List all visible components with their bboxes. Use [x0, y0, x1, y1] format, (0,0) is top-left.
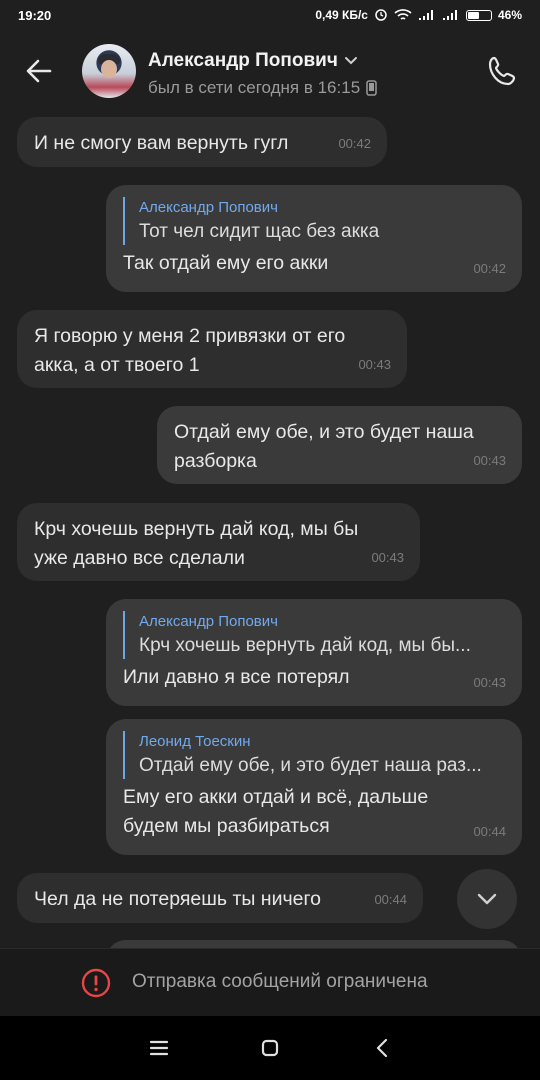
reply-author: Александр Попович	[139, 199, 278, 216]
message-time: 00:43	[473, 453, 506, 468]
messaging-restricted-bar: Отправка сообщений ограничена	[0, 948, 540, 1017]
status-time: 19:20	[18, 8, 52, 23]
message-bubble-outgoing[interactable]: Александр Попович Тот чел сидит щас без …	[106, 185, 522, 292]
message-text-line-1: Крч хочешь вернуть дай код, мы бы	[34, 518, 359, 540]
chevron-down-icon	[477, 893, 497, 905]
warning-icon	[81, 968, 111, 998]
reply-quote[interactable]: Александр Попович Тот чел сидит щас без …	[123, 197, 505, 245]
message-bubble-outgoing[interactable]: Леонид Тоескин Отдай ему обе, и это буде…	[106, 719, 522, 855]
message-text: Так отдай ему его акки	[123, 252, 329, 274]
chat-header: Александр Попович был в сети сегодня в 1…	[0, 32, 540, 112]
phone-call-icon[interactable]	[484, 52, 522, 90]
message-time: 00:43	[371, 550, 404, 565]
alarm-icon	[375, 9, 387, 21]
reply-quote[interactable]: Александр Попович Крч хочешь вернуть дай…	[123, 611, 505, 659]
reply-author: Леонид Тоескин	[139, 733, 251, 750]
message-bubble-outgoing[interactable]: Александр Попович Крч хочешь вернуть дай…	[106, 599, 522, 706]
message-time: 00:44	[473, 824, 506, 839]
reply-text: Тот чел сидит щас без акка	[139, 221, 380, 242]
message-bubble-incoming[interactable]: И не смогу вам вернуть гугл 00:42	[17, 117, 387, 167]
last-seen-row: был в сети сегодня в 16:15	[148, 78, 377, 98]
reply-quote[interactable]: Леонид Тоескин Отдай ему обе, и это буде…	[123, 731, 505, 779]
message-bubble-incoming[interactable]: Я говорю у меня 2 привязки от его акка, …	[17, 310, 407, 388]
message-text-line-2: акка, а от твоего 1	[34, 354, 200, 376]
message-time: 00:42	[338, 136, 371, 151]
signal-icon-1	[418, 10, 433, 20]
message-time: 00:43	[473, 675, 506, 690]
contact-name-row[interactable]: Александр Попович	[148, 50, 358, 72]
message-bubble-incoming[interactable]: Чел да не потеряешь ты ничего 00:44	[17, 873, 423, 923]
status-bar: 19:20 0,49 КБ/с 46%	[0, 0, 540, 32]
contact-avatar[interactable]	[82, 44, 136, 98]
reply-text: Отдай ему обе, и это будет наша раз...	[139, 755, 482, 776]
message-text: Чел да не потеряешь ты ничего	[34, 888, 322, 910]
message-text-line-2: разборка	[174, 450, 257, 472]
back-arrow-icon[interactable]	[22, 54, 56, 88]
message-text-line-1: Отдай ему обе, и это будет наша	[174, 421, 474, 443]
system-navigation-bar	[0, 1016, 540, 1080]
message-text-line-1: Я говорю у меня 2 привязки от его	[34, 325, 346, 347]
message-text: Или давно я все потерял	[123, 666, 350, 688]
chevron-down-icon[interactable]	[344, 56, 358, 66]
home-icon[interactable]	[258, 1036, 282, 1060]
battery-icon	[465, 9, 492, 21]
restriction-text: Отправка сообщений ограничена	[132, 971, 428, 992]
message-time: 00:42	[473, 261, 506, 276]
reply-author: Александр Попович	[139, 613, 278, 630]
wifi-icon	[394, 9, 412, 20]
reply-text: Крч хочешь вернуть дай код, мы бы...	[139, 635, 471, 656]
message-text-line-1: Ему его акки отдай и всё, дальше	[123, 786, 429, 808]
message-time: 00:43	[358, 357, 391, 372]
message-bubble-incoming[interactable]: Крч хочешь вернуть дай код, мы бы уже да…	[17, 503, 420, 581]
last-seen-text: был в сети сегодня в 16:15	[148, 78, 361, 97]
message-bubble-outgoing[interactable]: Отдай ему обе, и это будет наша разборка…	[157, 406, 522, 484]
message-text: И не смогу вам вернуть гугл	[34, 132, 289, 154]
message-time: 00:44	[374, 892, 407, 907]
mobile-device-icon	[366, 80, 377, 96]
back-icon[interactable]	[371, 1036, 395, 1060]
status-right: 0,49 КБ/с 46%	[315, 8, 522, 22]
signal-icon-2	[442, 10, 457, 20]
message-text-line-2: уже давно все сделали	[34, 547, 245, 569]
battery-percent: 46%	[497, 8, 522, 22]
menu-icon[interactable]	[147, 1036, 171, 1060]
network-speed: 0,49 КБ/с	[315, 8, 368, 22]
scroll-to-bottom-button[interactable]	[457, 869, 517, 929]
contact-name[interactable]: Александр Попович	[148, 50, 338, 72]
message-text-line-2: будем мы разбираться	[123, 815, 330, 837]
